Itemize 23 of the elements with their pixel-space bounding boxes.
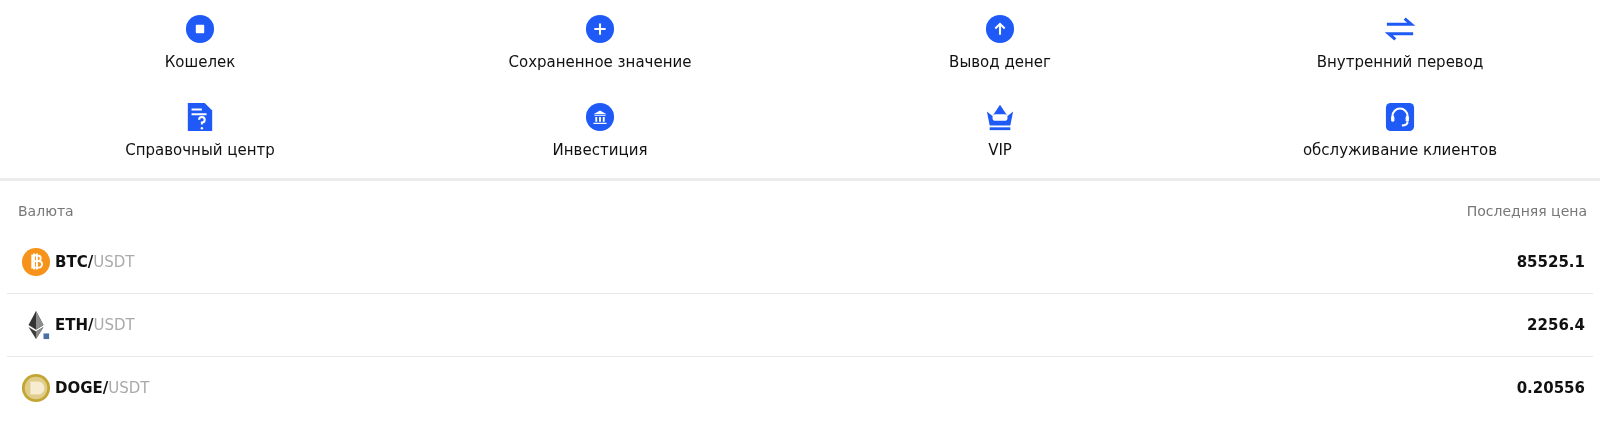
trading-pair[interactable]: BTC/USDT	[55, 253, 135, 271]
trading-pair[interactable]: DOGE/USDT	[55, 379, 150, 397]
last-price: 2256.4	[1527, 316, 1585, 334]
stop-icon	[185, 14, 215, 44]
last-price: 85525.1	[1516, 253, 1585, 271]
headset-icon	[1385, 102, 1415, 132]
menu-item[interactable]: Внутренний перевод	[1316, 14, 1484, 71]
menu-item[interactable]: Кошелек	[164, 14, 236, 71]
last-price: 0.20556	[1516, 379, 1585, 397]
bitcoin-icon	[21, 247, 51, 277]
menu-item[interactable]: VIP	[985, 102, 1015, 159]
help-document-icon	[185, 102, 215, 132]
plus-icon	[585, 14, 615, 44]
menu-item[interactable]: Справочный центр	[125, 102, 275, 159]
bank-icon	[585, 102, 615, 132]
menu-item[interactable]: обслуживание клиентов	[1302, 102, 1498, 159]
doge-coin-icon	[21, 373, 51, 403]
menu-item[interactable]: Вывод денег	[949, 14, 1051, 71]
menu-item[interactable]: Инвестиция	[552, 102, 648, 159]
menu-item[interactable]: Сохраненное значение	[508, 14, 692, 71]
column-header: Валюта	[18, 203, 74, 221]
trading-pair[interactable]: ETH/USDT	[55, 316, 135, 334]
column-header: Последняя цена	[1466, 203, 1587, 221]
